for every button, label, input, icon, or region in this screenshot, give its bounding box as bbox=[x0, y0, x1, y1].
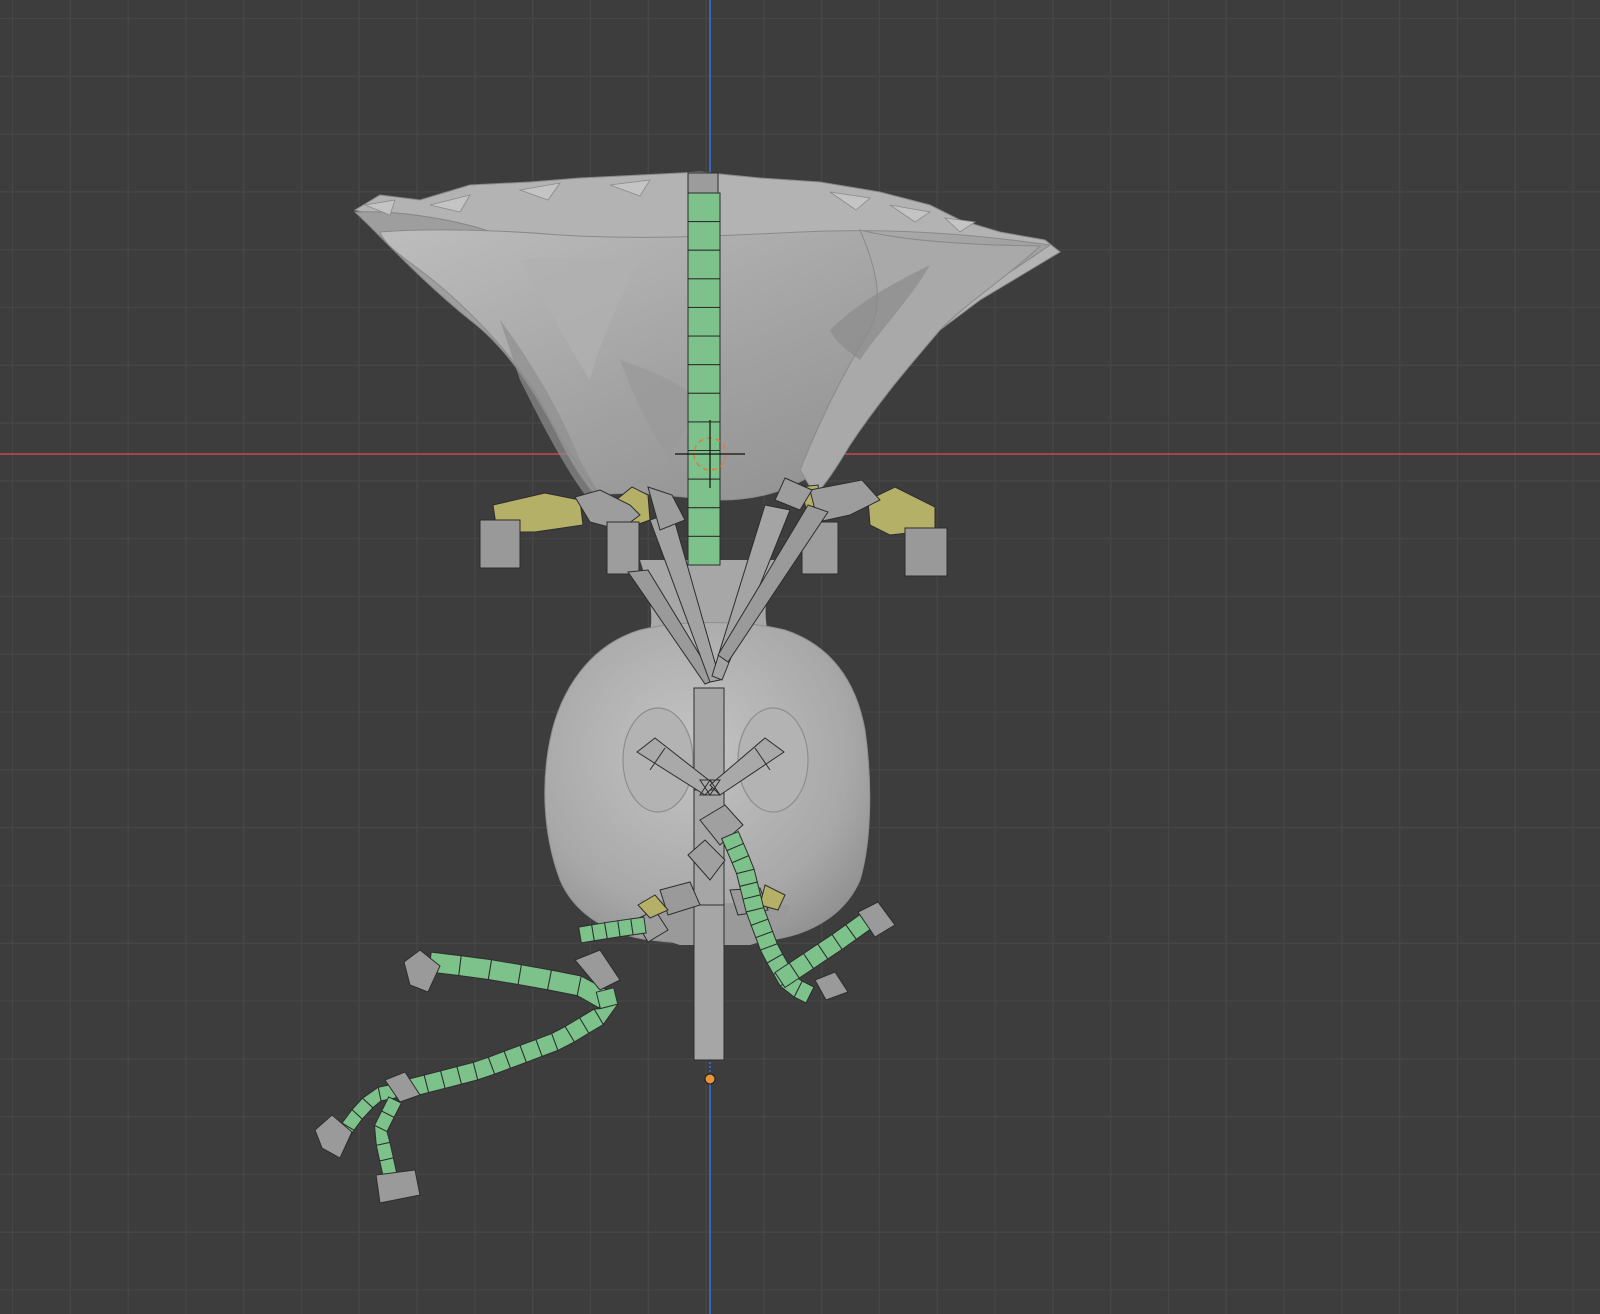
bone-spine-segment[interactable] bbox=[687, 535, 721, 566]
bone-spine-segment[interactable] bbox=[687, 392, 721, 423]
bone-spine-segment[interactable] bbox=[687, 192, 721, 223]
tentacle-bone-segment[interactable] bbox=[517, 964, 553, 991]
tentacle-tip-cube-left-bottom[interactable] bbox=[375, 1169, 421, 1204]
bone-spine-segment[interactable] bbox=[687, 306, 721, 337]
bone-left-hand[interactable] bbox=[479, 519, 521, 569]
scene-canvas[interactable] bbox=[0, 0, 1600, 1314]
bone-chain-spine-selected[interactable] bbox=[687, 192, 721, 566]
bone-right-hand[interactable] bbox=[904, 527, 948, 577]
tentacle-tip-cube-right-lower[interactable] bbox=[814, 971, 849, 1001]
bone-spine-segment[interactable] bbox=[687, 507, 721, 537]
bone-spine-segment[interactable] bbox=[687, 278, 721, 308]
bone-spine-segment[interactable] bbox=[687, 249, 721, 280]
tentacle-bone-segment[interactable] bbox=[458, 955, 493, 981]
bone-spine-segment[interactable] bbox=[687, 450, 721, 480]
bone-spine-segment[interactable] bbox=[687, 421, 721, 452]
tentacle-bone-segment[interactable] bbox=[630, 916, 647, 936]
bone-spine-segment[interactable] bbox=[687, 335, 721, 366]
left-arm-bones[interactable] bbox=[479, 486, 651, 575]
bone-head-tip[interactable] bbox=[687, 172, 719, 194]
3d-viewport[interactable] bbox=[0, 0, 1600, 1314]
object-origin-dot[interactable] bbox=[704, 1073, 716, 1085]
right-arm-bones[interactable] bbox=[799, 479, 948, 577]
tentacle-bone-segment[interactable] bbox=[487, 959, 522, 986]
bone-spine-segment[interactable] bbox=[687, 364, 721, 394]
bone-spine-segment[interactable] bbox=[687, 221, 721, 251]
tentacle-bone-segment[interactable] bbox=[547, 969, 582, 997]
bone-left-shoulder[interactable] bbox=[606, 521, 640, 575]
bone-spine-segment[interactable] bbox=[687, 478, 721, 509]
